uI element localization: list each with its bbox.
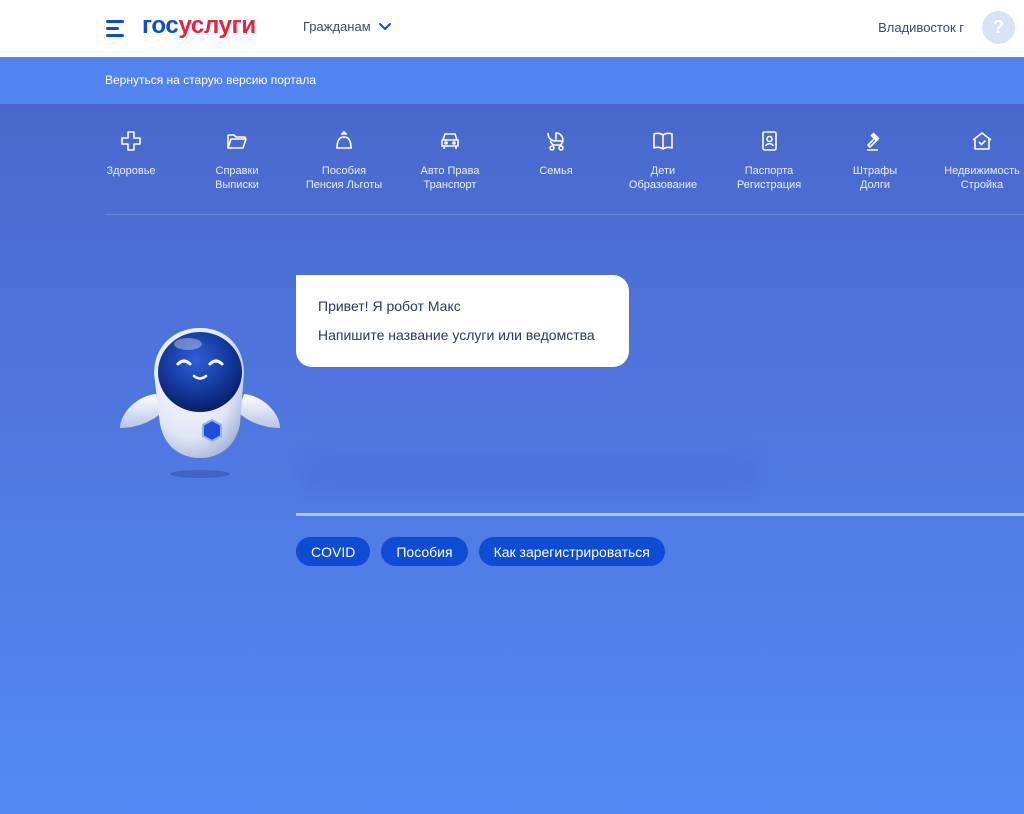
help-button[interactable]: ? (982, 11, 1015, 44)
house-icon (972, 132, 992, 150)
return-bar: Вернуться на старую версию портала (0, 57, 1024, 104)
chevron-down-icon (378, 22, 391, 30)
category-fines[interactable]: Штрафы Долги (825, 130, 925, 192)
category-label: Здоровье (106, 165, 156, 177)
main-area: Здоровье Справки Выписки Пособия Пенсия … (0, 104, 1024, 814)
logo-part-uslugi: услуги (178, 12, 256, 39)
logo-part-gos: гос (142, 12, 179, 39)
chip-covid[interactable]: COVID (296, 537, 371, 566)
category-sublabel: Регистрация (736, 179, 802, 191)
category-real-estate[interactable]: Недвижимость Стройка (932, 130, 1024, 192)
menu-icon[interactable] (106, 19, 126, 37)
input-shadow (300, 454, 760, 494)
bell-icon (336, 131, 352, 149)
category-label: Дети (650, 165, 676, 177)
category-label: Пособия (321, 165, 367, 177)
category-label: Паспорта (744, 165, 794, 177)
category-certificates[interactable]: Справки Выписки (187, 130, 287, 192)
car-icon (441, 133, 459, 149)
city-selector[interactable]: Владивосток г (878, 20, 964, 35)
top-header: госуслуги Гражданам Владивосток г ? (0, 0, 1024, 57)
chip-how-to-register[interactable]: Как зарегистрироваться (478, 537, 665, 566)
category-family[interactable]: Семья (506, 130, 606, 178)
chat-input[interactable] (296, 513, 1024, 516)
category-label: Недвижимость (944, 165, 1020, 177)
robot-max-avatar (120, 328, 280, 478)
bot-prompt: Напишите название услуги или ведомства (318, 327, 595, 343)
category-passports[interactable]: Паспорта Регистрация (719, 130, 819, 192)
category-nav: Здоровье Справки Выписки Пособия Пенсия … (105, 104, 1024, 215)
category-children[interactable]: Дети Образование (613, 130, 713, 192)
quick-replies: COVID Пособия Как зарегистрироваться (296, 537, 665, 566)
category-sublabel: Выписки (215, 179, 259, 191)
gosuslugi-logo[interactable]: госуслуги (142, 12, 256, 40)
category-sublabel: Пенсия Льготы (305, 179, 383, 191)
category-label: Авто Права (420, 165, 480, 177)
book-icon (653, 132, 673, 150)
plus-icon (121, 131, 141, 151)
chip-benefits[interactable]: Пособия (381, 537, 468, 566)
category-sublabel: Долги (859, 179, 891, 191)
category-benefits[interactable]: Пособия Пенсия Льготы (294, 130, 394, 192)
return-old-version-link[interactable]: Вернуться на старую версию портала (105, 73, 316, 87)
category-health[interactable]: Здоровье (81, 130, 181, 178)
folder-icon (227, 134, 247, 149)
passport-icon (762, 131, 777, 151)
category-sublabel: Транспорт (423, 179, 477, 191)
gavel-icon (867, 132, 880, 151)
bot-message-bubble: Привет! Я робот Макс Напишите название у… (296, 275, 629, 367)
category-auto[interactable]: Авто Права Транспорт (400, 130, 500, 192)
bot-greeting: Привет! Я робот Макс (318, 298, 461, 314)
stroller-icon (547, 132, 564, 151)
category-sublabel: Стройка (960, 179, 1004, 191)
audience-dropdown[interactable]: Гражданам (303, 19, 391, 34)
audience-label: Гражданам (303, 19, 371, 34)
category-label: Семья (539, 165, 573, 177)
category-sublabel: Образование (628, 179, 698, 191)
category-label: Справки (215, 165, 259, 177)
category-label: Штрафы (852, 165, 898, 177)
